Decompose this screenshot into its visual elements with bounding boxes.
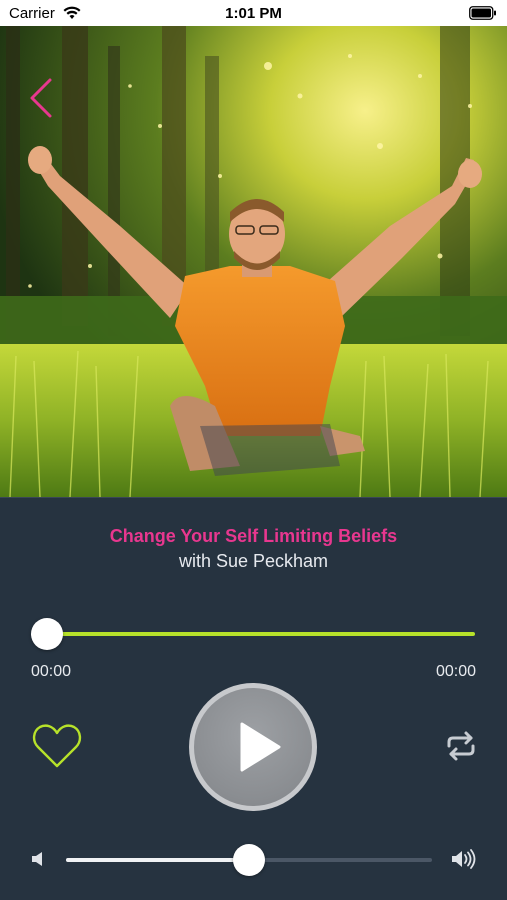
track-title: Change Your Self Limiting Beliefs xyxy=(109,526,398,546)
favorite-button[interactable] xyxy=(32,722,82,770)
play-button-face xyxy=(194,688,312,806)
volume-low-icon xyxy=(31,851,45,872)
progress-thumb[interactable] xyxy=(31,618,63,650)
repeat-icon xyxy=(447,731,475,761)
volume-high-icon xyxy=(451,849,477,874)
status-bar: Carrier 1:01 PM xyxy=(0,0,507,26)
track-artist: with Sue Peckham xyxy=(178,551,329,571)
progress-bar[interactable] xyxy=(47,632,475,636)
play-icon xyxy=(240,722,281,772)
status-time: 1:01 PM xyxy=(225,5,282,22)
chevron-left-icon xyxy=(30,78,52,118)
elapsed-time: 00:00 xyxy=(31,663,72,680)
divider xyxy=(0,497,507,498)
back-button[interactable] xyxy=(26,76,56,120)
volume-fill xyxy=(66,858,249,862)
heart-icon xyxy=(32,724,82,768)
total-time: 00:00 xyxy=(435,663,476,680)
repeat-button[interactable] xyxy=(444,730,478,762)
volume-thumb[interactable] xyxy=(233,844,265,876)
hero-image xyxy=(0,26,507,497)
battery-icon xyxy=(469,6,497,24)
play-button[interactable] xyxy=(189,683,317,811)
meditation-photo xyxy=(0,26,507,497)
